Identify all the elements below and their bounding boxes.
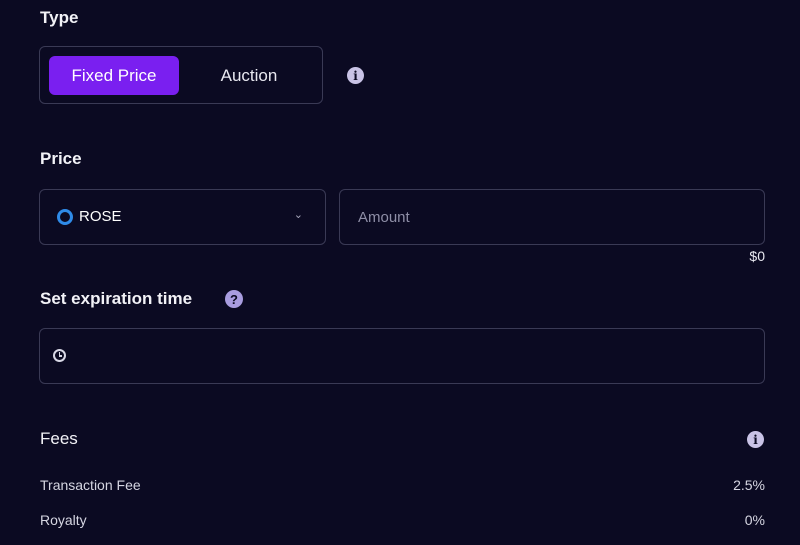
listing-form: Type Fixed Price Auction i Price ROSE ⌄ …	[0, 0, 800, 545]
fees-title: Fees	[40, 429, 78, 448]
chevron-down-icon: ⌄	[293, 209, 303, 221]
type-toggle-group: Fixed Price Auction	[39, 46, 323, 104]
usd-value: $0	[749, 248, 765, 264]
clock-icon	[53, 349, 66, 362]
amount-field[interactable]	[339, 189, 765, 245]
transaction-fee-label: Transaction Fee	[40, 477, 141, 493]
fees-info-icon[interactable]: i	[747, 431, 764, 448]
expiration-title: Set expiration time	[40, 289, 193, 308]
expiration-help-icon[interactable]: ?	[225, 290, 243, 308]
fixed-price-button[interactable]: Fixed Price	[49, 56, 179, 95]
amount-input[interactable]	[340, 190, 764, 244]
currency-select[interactable]: ROSE ⌄	[39, 189, 326, 245]
price-title: Price	[40, 149, 82, 168]
transaction-fee-value: 2.5%	[733, 477, 765, 493]
auction-button[interactable]: Auction	[190, 56, 308, 95]
rose-logo-icon	[57, 209, 73, 225]
royalty-label: Royalty	[40, 512, 87, 528]
type-info-icon[interactable]: i	[347, 67, 364, 84]
type-title: Type	[40, 8, 79, 27]
royalty-value: 0%	[744, 512, 765, 528]
currency-label: ROSE	[79, 208, 122, 225]
expiration-time-picker[interactable]	[39, 328, 765, 384]
